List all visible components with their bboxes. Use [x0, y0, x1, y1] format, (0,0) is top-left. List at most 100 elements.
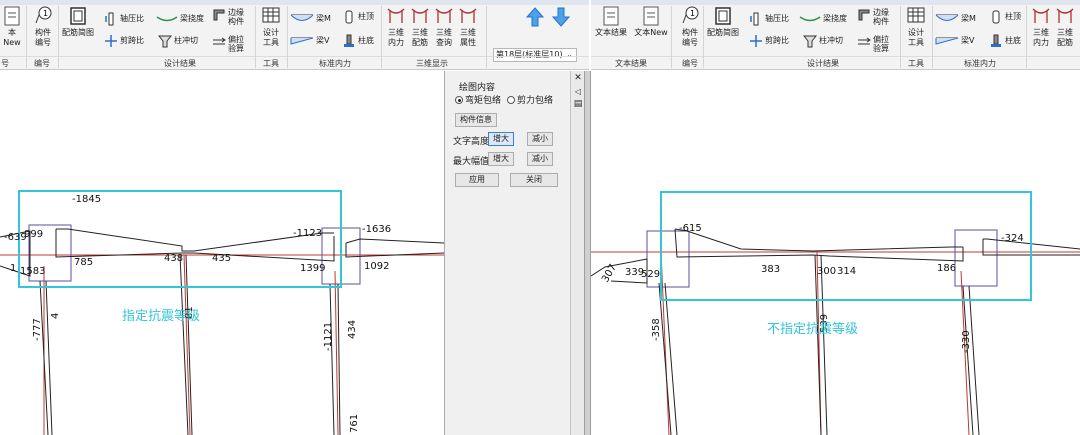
value-label: 1583: [20, 266, 45, 277]
section-title: 绘图内容: [459, 83, 496, 93]
text-new-button[interactable]: 本New: [0, 5, 24, 48]
beam-m-button[interactable]: 梁M: [290, 11, 331, 27]
group-separator: [671, 6, 672, 68]
value-label: -1845: [72, 194, 101, 205]
value-label: 1092: [364, 261, 389, 272]
max-amplitude-decrease-button[interactable]: 减小: [527, 152, 553, 166]
text-new-button[interactable]: 文本New: [633, 5, 669, 38]
3d-force-button[interactable]: 三维 内力: [1029, 5, 1053, 48]
column-envelope: [814, 254, 828, 435]
group-label: 设计结果: [164, 59, 196, 68]
design-tool-button[interactable]: 设计 工具: [903, 5, 929, 48]
value-label: 4: [50, 313, 61, 319]
beam-m-button[interactable]: 梁M: [935, 11, 976, 27]
group-separator: [255, 6, 256, 68]
envelope-diagram-left: -1845 785 438 435 -1123 -1636 1399 1092 …: [0, 190, 444, 435]
3d-rebar-button[interactable]: 三维 配筋: [408, 5, 432, 48]
text-result-button[interactable]: 文本结果: [593, 5, 629, 38]
design-tool-button[interactable]: 设计 工具: [258, 5, 284, 48]
3d-frame-icon: [411, 8, 429, 23]
pin-icon[interactable]: ◁: [573, 87, 583, 96]
group-separator: [287, 6, 288, 68]
component-number-button[interactable]: 1 构件 编号: [675, 5, 705, 48]
value-label: -358: [651, 318, 662, 341]
highlight-box: [18, 190, 342, 288]
beam-v-button[interactable]: 梁V: [935, 33, 974, 49]
group-label: 编号: [682, 59, 698, 68]
3d-query-button[interactable]: 三维 查询: [432, 5, 456, 48]
value-label: 785: [74, 257, 93, 268]
shear-diagram-icon: [935, 37, 959, 45]
column-top-button[interactable]: 柱顶: [342, 9, 374, 25]
rebar-sketch-button[interactable]: 配筋简图: [60, 5, 96, 38]
span-ratio-button[interactable]: 剪跨比: [749, 33, 789, 49]
shear-diagram-icon: [290, 37, 314, 45]
radio-selected-icon: [455, 96, 463, 104]
column-shear-button[interactable]: 柱冲切: [803, 33, 843, 49]
ribbon-left: 本New 1 构件 编号 配筋简图 轴压比 剪跨比 梁挠度 柱冲切 边缘 构件 …: [0, 0, 589, 70]
edge-component-button[interactable]: 边缘 构件: [212, 8, 244, 28]
biaxial-check-button[interactable]: 偏拉 验算: [212, 35, 244, 55]
group-label: 工具: [908, 59, 924, 68]
biaxial-check-icon: [213, 37, 226, 45]
component-number-button[interactable]: 1 构件 编号: [28, 5, 58, 48]
3d-frame-icon: [435, 8, 453, 23]
drawing-canvas-right[interactable]: -615 383 300 314 186 -324 307 339 529 -3…: [591, 71, 1080, 435]
radio-shear-envelope[interactable]: 剪力包络: [507, 93, 553, 106]
group-label: 三维显示: [416, 59, 448, 68]
radio-moment-envelope[interactable]: 弯矩包络: [455, 93, 501, 106]
down-arrow-icon[interactable]: [551, 7, 571, 30]
span-ratio-button[interactable]: 剪跨比: [104, 33, 144, 49]
column-envelope: [329, 283, 341, 435]
group-separator: [381, 6, 382, 68]
3d-attr-button[interactable]: 三维 属性: [456, 5, 480, 48]
text-height-decrease-button[interactable]: 减小: [527, 132, 553, 146]
axial-ratio-icon: [105, 12, 114, 25]
group-label: 标准内力: [964, 59, 996, 68]
axial-ratio-button[interactable]: 轴压比: [749, 11, 789, 27]
group-label: 工具: [263, 59, 279, 68]
span-ratio-icon: [750, 34, 762, 47]
edge-component-button[interactable]: 边缘 构件: [857, 8, 889, 28]
3d-force-button[interactable]: 三维 内力: [384, 5, 408, 48]
axial-ratio-button[interactable]: 轴压比: [104, 11, 144, 27]
text-height-label: 文字高度: [453, 137, 490, 147]
beam-v-button[interactable]: 梁V: [290, 33, 329, 49]
column-icon: [992, 10, 1000, 23]
group-label: 设计结果: [807, 59, 839, 68]
value-label: -1123: [293, 228, 322, 239]
component-info-button[interactable]: 构件信息: [455, 113, 497, 127]
close-button[interactable]: 关闭: [510, 173, 558, 187]
svg-text:1: 1: [690, 9, 695, 18]
apply-button[interactable]: 应用: [455, 173, 499, 187]
3d-rebar-button[interactable]: 三维 配筋: [1053, 5, 1077, 48]
column-bottom-button[interactable]: 柱底: [989, 33, 1021, 49]
number-one-icon: 1: [35, 6, 52, 24]
column-bottom-button[interactable]: 柱底: [342, 33, 374, 49]
beam-deflection-icon: [156, 15, 178, 21]
column-shear-icon: [158, 35, 172, 47]
up-arrow-icon[interactable]: [525, 7, 545, 30]
envelope-dialog: 绘图内容 弯矩包络 剪力包络 构件信息 文字高度 增大 减小 最大幅值 增大 减…: [444, 71, 570, 435]
menu-icon[interactable]: ▤: [573, 99, 583, 109]
radio-empty-icon: [507, 96, 515, 104]
column-shear-icon: [803, 35, 817, 47]
value-label: -1121: [323, 322, 334, 351]
text-height-increase-button[interactable]: 增大: [488, 132, 514, 146]
beam-deflection-button[interactable]: 梁挠度: [156, 11, 204, 27]
column-top-button[interactable]: 柱顶: [989, 9, 1021, 25]
rebar-sketch-icon: [715, 7, 731, 25]
ribbon-left-group-labels: 号 编号 设计结果 工具 标准内力 三维显示: [0, 56, 589, 69]
span-ratio-icon: [105, 34, 117, 47]
beam-deflection-button[interactable]: 梁挠度: [799, 11, 847, 27]
max-amplitude-increase-button[interactable]: 增大: [488, 152, 514, 166]
ribbon-right-group-labels: 文本结果 编号 设计结果 工具 标准内力: [591, 56, 1080, 69]
biaxial-check-button[interactable]: 偏拉 验算: [857, 35, 889, 55]
value-label: -1636: [362, 224, 391, 235]
rebar-sketch-button[interactable]: 配筋简图: [705, 5, 741, 38]
column-axis-line: [334, 270, 339, 435]
split-divider[interactable]: [584, 71, 591, 435]
column-shear-button[interactable]: 柱冲切: [158, 33, 198, 49]
drawing-canvas-left[interactable]: -1845 785 438 435 -1123 -1636 1399 1092 …: [0, 71, 444, 435]
close-icon[interactable]: ✕: [573, 73, 583, 83]
